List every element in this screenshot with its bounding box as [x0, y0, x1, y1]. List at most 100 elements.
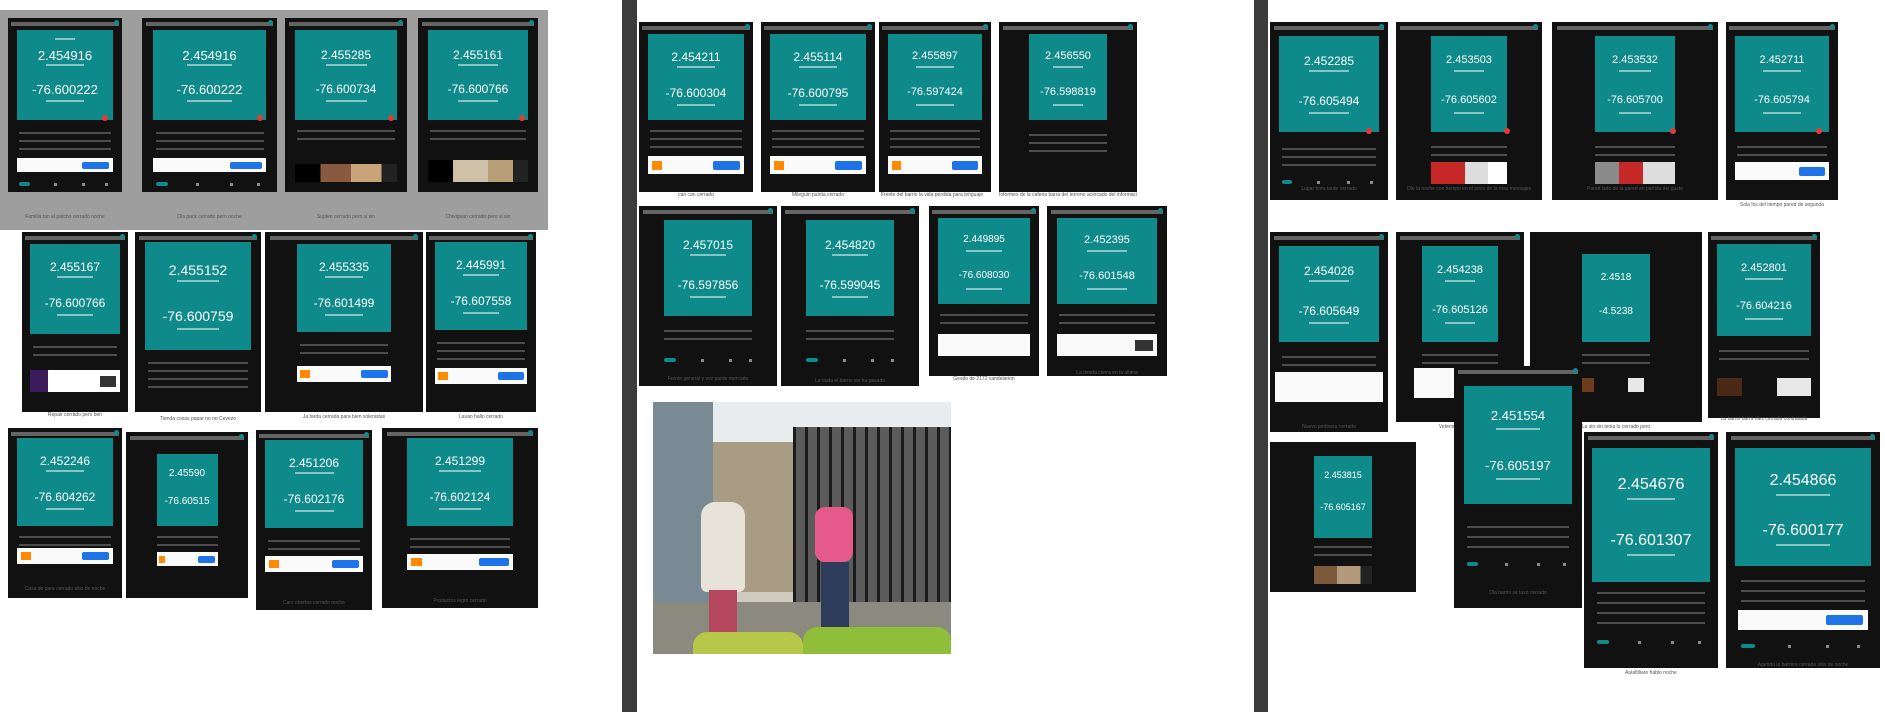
screenshot-caption: Cars obertos cerrado noche [283, 600, 345, 606]
coordinate-card: 2.455285 -76.600734 [294, 30, 398, 120]
ad-banner[interactable] [156, 552, 218, 566]
ad-image-strip[interactable] [1595, 162, 1675, 184]
latitude-value: 2.454676 [1617, 476, 1685, 493]
app-screenshot: 2.455161 -76.600766 [418, 18, 538, 192]
longitude-value: -76.601548 [1079, 270, 1135, 282]
latitude-value: 2.454820 [824, 238, 876, 252]
coordinate-card: 2.454676 -76.601307 [1592, 448, 1710, 582]
ad-banner[interactable] [1056, 334, 1158, 356]
ad-banner[interactable] [17, 548, 113, 564]
app-screenshot: 2.455114 -76.600795 [761, 22, 875, 192]
screenshot-caption: Ola pack cerrado pero noche [177, 214, 242, 220]
longitude-value: -76.607558 [450, 294, 512, 308]
coordinate-card: 2.453815 -76.605167 [1313, 456, 1373, 538]
screenshot-caption: Gesdo de 2172 candelarion [953, 376, 1015, 382]
app-screenshot: 2.455152 -76.600759 [135, 232, 261, 412]
screenshot-caption: can can cerrado [678, 192, 714, 198]
latitude-value: 2.452801 [1741, 262, 1787, 274]
screenshot-caption: Lugar hora tarde cerrado [1301, 186, 1357, 192]
ad-banner[interactable] [1274, 372, 1384, 402]
app-screenshot: 2.452395 -76.601548 [1047, 206, 1167, 376]
ad-banner[interactable] [1734, 162, 1830, 180]
longitude-value: -76.600766 [447, 82, 509, 96]
coordinate-card: 2.455152 -76.600759 [145, 242, 251, 350]
app-screenshot: 2.454676 -76.601307 [1584, 432, 1718, 668]
longitude-value: -76.599045 [819, 278, 881, 292]
coordinate-card: 2.454866 -76.600177 [1735, 448, 1871, 566]
ad-banner[interactable] [265, 556, 363, 572]
coordinate-card: 2.451554 -76.605197 [1464, 386, 1572, 504]
app-screenshot: 2.451206 -76.602176 [256, 430, 372, 610]
app-screenshot: 2.455335 -76.601499 [265, 232, 423, 412]
ad-banner[interactable] [17, 158, 113, 172]
street-photo [653, 402, 951, 654]
ad-banner[interactable] [887, 156, 983, 174]
screenshot-caption: Frente general y vez parde mercado [667, 376, 749, 382]
coordinate-card: 2.445991 -76.607558 [434, 242, 528, 330]
ad-banner[interactable] [296, 366, 392, 382]
ad-image-strip[interactable] [294, 164, 398, 182]
longitude-value: -76.608030 [958, 270, 1010, 281]
latitude-value: 2.455335 [318, 260, 370, 274]
coordinate-card: 2.451206 -76.602176 [265, 440, 363, 528]
ad-image-strip[interactable] [1313, 566, 1373, 584]
screenshot-caption: Tienda cosas papar no no Cevezo [160, 416, 236, 422]
screenshot-caption: Casa de para cerrado sitio de noche [24, 586, 106, 592]
coordinate-card: 2.449895 -76.608030 [937, 218, 1031, 304]
screenshot-caption: Ja tarda cerrada para bien solenistas [302, 414, 386, 420]
screenshot-caption: Chiviguan cerrado pero si sin [445, 214, 511, 220]
collage-panel-right: 2.452285 -76.605494 Lugar hora tarde cer… [1268, 0, 1885, 712]
latitude-value: 2.454866 [1769, 472, 1837, 489]
app-screenshot: 2.454916 -76.600222 [8, 18, 122, 192]
latitude-value: 2.456550 [1045, 50, 1091, 62]
latitude-value: 2.454211 [671, 50, 721, 64]
ad-banner[interactable] [648, 156, 744, 174]
app-screenshot: 2.445991 -76.607558 [426, 232, 536, 412]
app-screenshot: 2.454866 -76.600177 [1726, 432, 1880, 668]
coordinate-card: 2.452711 -76.605794 [1734, 36, 1830, 132]
coordinate-card: 2.45590 -76.60515 [156, 454, 218, 526]
latitude-value: 2.4518 [1600, 272, 1632, 283]
longitude-value: -76.605649 [1298, 304, 1360, 318]
longitude-value: -76.601307 [1610, 532, 1692, 549]
screenshot-caption: Familia tan el patcho cerrado noche [25, 214, 105, 220]
coordinate-card: 2.455161 -76.600766 [427, 30, 529, 120]
screenshot-caption: Productos legro cerrado [433, 598, 487, 604]
ad-banner[interactable] [770, 156, 866, 174]
longitude-value: -76.605197 [1485, 458, 1551, 473]
coordinate-card: 2.456550 -76.598819 [1029, 34, 1107, 120]
latitude-value: 2.454026 [1303, 264, 1355, 278]
coordinate-card: 2.454211 -76.600304 [648, 34, 744, 120]
ad-image-strip[interactable] [427, 160, 529, 182]
ad-banner[interactable] [30, 370, 120, 392]
ad-banner[interactable] [937, 334, 1031, 356]
app-screenshot: 2.454820 -76.599045 [781, 206, 919, 386]
coordinate-card: 2.453503 -76.605602 [1431, 36, 1507, 132]
coordinate-card: 2.452395 -76.601548 [1056, 218, 1158, 304]
ad-banner[interactable] [434, 368, 528, 384]
app-screenshot: 2.454026 -76.605649 [1270, 232, 1388, 432]
app-screenshot: 2.457015 -76.597856 [639, 206, 777, 386]
coordinate-card: 2.454916 -76.600222 [152, 30, 267, 120]
coordinate-card: 2.452246 -76.604262 [17, 438, 113, 526]
ad-image-strip[interactable] [1431, 162, 1507, 184]
ad-banner[interactable] [1738, 610, 1868, 630]
ad-banner[interactable] [406, 554, 514, 570]
coordinate-card: 2.454238 -76.605126 [1421, 246, 1499, 342]
latitude-value: 2.452246 [39, 454, 91, 468]
longitude-value: -76.598819 [1040, 86, 1096, 98]
screenshot-caption: Ole la noche con tiempo en el poco de la… [1406, 186, 1532, 192]
latitude-value: 2.453815 [1324, 470, 1362, 480]
latitude-value: 2.457015 [682, 238, 734, 252]
longitude-value: -76.597856 [677, 278, 739, 292]
app-screenshot: 2.452285 -76.605494 [1270, 22, 1388, 200]
longitude-value: -76.604262 [34, 490, 96, 504]
app-screenshot: 2.454211 -76.600304 [639, 22, 753, 192]
longitude-value: -76.605602 [1441, 94, 1497, 106]
longitude-value: -76.600766 [44, 296, 106, 310]
screenshot-caption: La duda el barrio sin ha pasado [814, 378, 886, 384]
app-screenshot: 2.45590 -76.60515 [126, 432, 248, 598]
app-screenshot: 2.449895 -76.608030 [929, 206, 1039, 376]
screenshot-caption: La tienda cierra en la altima [1076, 370, 1138, 376]
ad-banner[interactable] [152, 158, 267, 172]
